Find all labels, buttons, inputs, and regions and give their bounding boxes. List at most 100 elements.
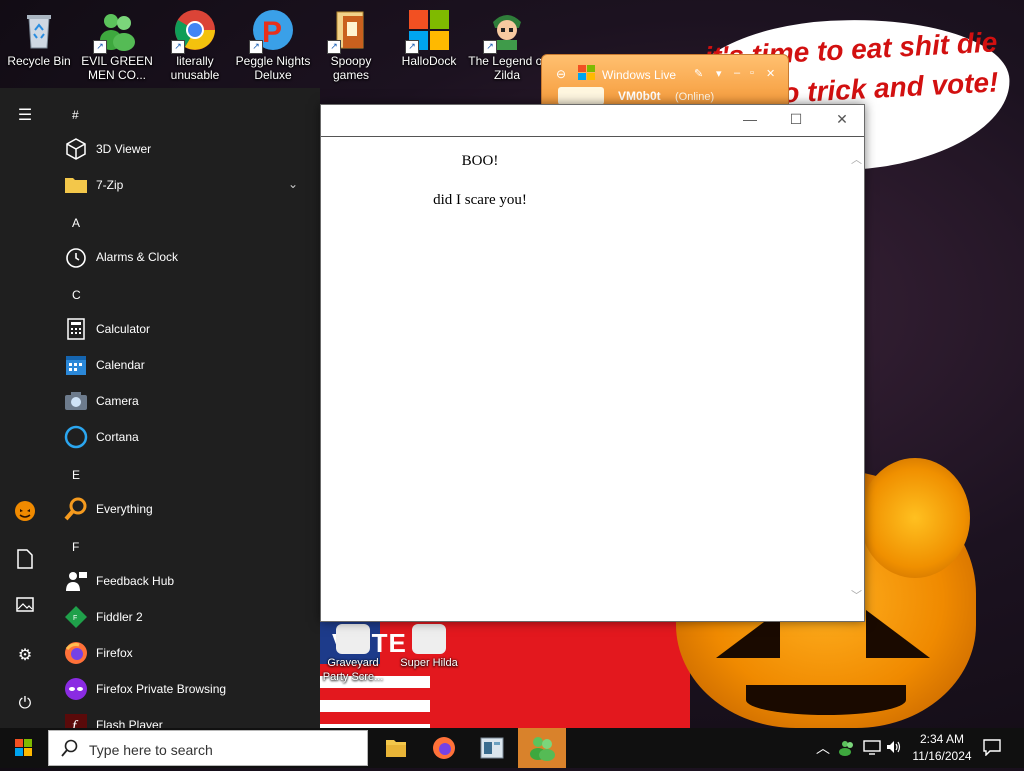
section-header-c[interactable]: C <box>72 288 81 302</box>
qr-shortcut-icon <box>412 624 446 654</box>
close-icon[interactable]: ✕ <box>766 67 775 80</box>
messenger-status[interactable]: (Online) <box>675 91 714 103</box>
desktop-icon-label: Super Hilda <box>400 657 458 669</box>
desktop-icon-peggle[interactable]: P ↗ Peggle Nights Deluxe <box>234 4 312 82</box>
desktop-icon-label: Spoopy games <box>330 54 372 82</box>
app-label: Alarms & Clock <box>96 250 179 264</box>
app-calculator[interactable]: Calculator <box>62 311 312 347</box>
app-feedback-hub[interactable]: Feedback Hub <box>62 563 312 599</box>
app-label: Calculator <box>96 322 151 336</box>
network-icon[interactable] <box>862 738 882 759</box>
app-label: Feedback Hub <box>96 574 175 588</box>
desktop-icon-label: The Legend of Zilda <box>468 54 546 82</box>
flash-icon: f <box>64 713 88 728</box>
section-header-a[interactable]: A <box>72 216 80 230</box>
app-label: 3D Viewer <box>96 142 152 156</box>
desktop-icon-label: EVIL GREEN MEN CO... <box>81 54 153 82</box>
desktop-icon-label: Recycle Bin <box>7 54 71 68</box>
taskbar-messenger[interactable] <box>518 728 566 768</box>
vertical-scrollbar[interactable]: ︿ ﹀ <box>848 137 864 621</box>
app-label: Calendar <box>96 358 145 372</box>
start-button[interactable] <box>0 728 48 768</box>
close-icon[interactable]: ✕ <box>831 111 853 128</box>
desktop-icon-spoopy-games[interactable]: ↗ Spoopy games <box>312 4 390 82</box>
app-flash-player[interactable]: f Flash Player <box>62 707 312 728</box>
section-header-f[interactable]: F <box>72 540 79 554</box>
taskbar-app-window[interactable] <box>468 728 516 768</box>
app-7zip[interactable]: 7-Zip ⌄ <box>62 167 312 203</box>
settings-icon[interactable]: ⚙ <box>14 645 36 667</box>
messenger-avatar[interactable] <box>558 87 604 105</box>
desktop-icon-label: literally unusable <box>170 54 220 82</box>
app-firefox[interactable]: Firefox <box>62 635 312 671</box>
messenger-tray-icon[interactable] <box>838 738 856 759</box>
app-camera[interactable]: Camera <box>62 383 312 419</box>
cube-icon <box>64 137 88 161</box>
recycle-bin-icon <box>17 8 61 52</box>
chrome-icon: ↗ <box>171 8 217 54</box>
desktop-icon-hallodock[interactable]: ↗ HalloDock <box>390 4 468 68</box>
scroll-down-icon[interactable]: ﹀ <box>851 587 862 603</box>
cortana-icon <box>64 425 88 449</box>
minimize-icon[interactable]: — <box>739 111 761 127</box>
hamburger-icon[interactable]: ☰ <box>14 105 36 127</box>
windows-flag-icon <box>578 65 596 84</box>
start-menu: ☰ ⚙ ⏻ # 3D Viewer 7-Zip ⌄ A Alarms & Clo… <box>0 88 320 728</box>
desktop-icon-recycle-bin[interactable]: Recycle Bin <box>0 4 78 68</box>
documents-icon[interactable] <box>14 549 36 571</box>
msn-people-icon: ↗ <box>93 8 139 54</box>
taskbar-file-explorer[interactable] <box>372 728 420 768</box>
app-label: Flash Player <box>96 718 163 728</box>
section-header-hash[interactable]: # <box>72 108 79 122</box>
taskbar-clock[interactable]: 2:34 AM 11/16/2024 <box>906 731 978 765</box>
power-icon[interactable]: ⏻ <box>14 693 36 715</box>
chevron-up-icon[interactable]: ︿ <box>816 738 830 758</box>
user-avatar-icon[interactable] <box>14 500 36 522</box>
boo-window-titlebar[interactable]: — ☐ ✕ <box>321 105 864 137</box>
app-label: 7-Zip <box>96 178 124 192</box>
app-label: Everything <box>96 502 153 516</box>
app-alarms-clock[interactable]: Alarms & Clock <box>62 239 312 275</box>
desktop-icon-chrome[interactable]: ↗ literally unusable <box>156 4 234 82</box>
clock-icon <box>64 245 88 269</box>
messenger-title: Windows Live <box>602 68 677 82</box>
app-calendar[interactable]: Calendar <box>62 347 312 383</box>
wallpaper-pumpkin-small <box>860 458 970 578</box>
app-cortana[interactable]: Cortana <box>62 419 312 455</box>
app-label: Cortana <box>96 430 139 444</box>
desktop-icon-legend-of-zilda[interactable]: ↗ The Legend of Zilda <box>468 4 546 82</box>
maximize-icon[interactable]: ☐ <box>785 111 807 128</box>
taskbar-search-box[interactable]: Type here to search <box>48 730 368 766</box>
volume-icon[interactable] <box>885 738 903 759</box>
messenger-back-icon[interactable]: ⊖ <box>556 67 566 81</box>
zilda-character-icon: ↗ <box>483 8 529 54</box>
messenger-window[interactable]: ⊖ Windows Live ✎ ▾ – ▫ ✕ VM0b0t (Online) <box>541 54 789 108</box>
minimize-icon[interactable]: – <box>734 67 740 79</box>
desktop-icon-super-hilda[interactable]: Super Hilda <box>396 620 462 670</box>
app-3d-viewer[interactable]: 3D Viewer <box>62 131 312 167</box>
chevron-down-icon[interactable]: ⌄ <box>288 177 298 191</box>
boo-heading: BOO! <box>461 153 499 169</box>
section-header-e[interactable]: E <box>72 468 80 482</box>
app-everything[interactable]: Everything <box>62 491 312 527</box>
taskbar: Type here to search ︿ 2:34 AM 11/16/2024 <box>0 728 1024 768</box>
boo-dialog-window[interactable]: — ☐ ✕ BOO! did I scare you! ︿ ﹀ <box>320 104 865 622</box>
paint-icon[interactable]: ✎ <box>694 67 703 80</box>
pictures-icon[interactable] <box>14 597 36 619</box>
menu-arrow-icon[interactable]: ▾ <box>716 67 722 80</box>
desktop-icon-graveyard-party[interactable]: Graveyard Party Scre... <box>320 620 386 684</box>
calculator-icon <box>64 317 88 341</box>
scroll-up-icon[interactable]: ︿ <box>851 151 862 167</box>
notifications-icon[interactable] <box>982 738 1002 759</box>
taskbar-firefox[interactable] <box>420 728 468 768</box>
maximize-icon[interactable]: ▫ <box>750 67 754 79</box>
desktop-icon-evil-green-men[interactable]: ↗ EVIL GREEN MEN CO... <box>78 4 156 82</box>
private-mask-icon <box>64 677 88 701</box>
app-fiddler[interactable]: F Fiddler 2 <box>62 599 312 635</box>
messenger-username[interactable]: VM0b0t <box>618 89 661 103</box>
app-firefox-private[interactable]: Firefox Private Browsing <box>62 671 312 707</box>
desktop-icon-label: HalloDock <box>401 54 457 68</box>
app-label: Fiddler 2 <box>96 610 143 624</box>
app-label: Firefox Private Browsing <box>96 682 227 696</box>
magnifier-icon <box>64 497 88 521</box>
